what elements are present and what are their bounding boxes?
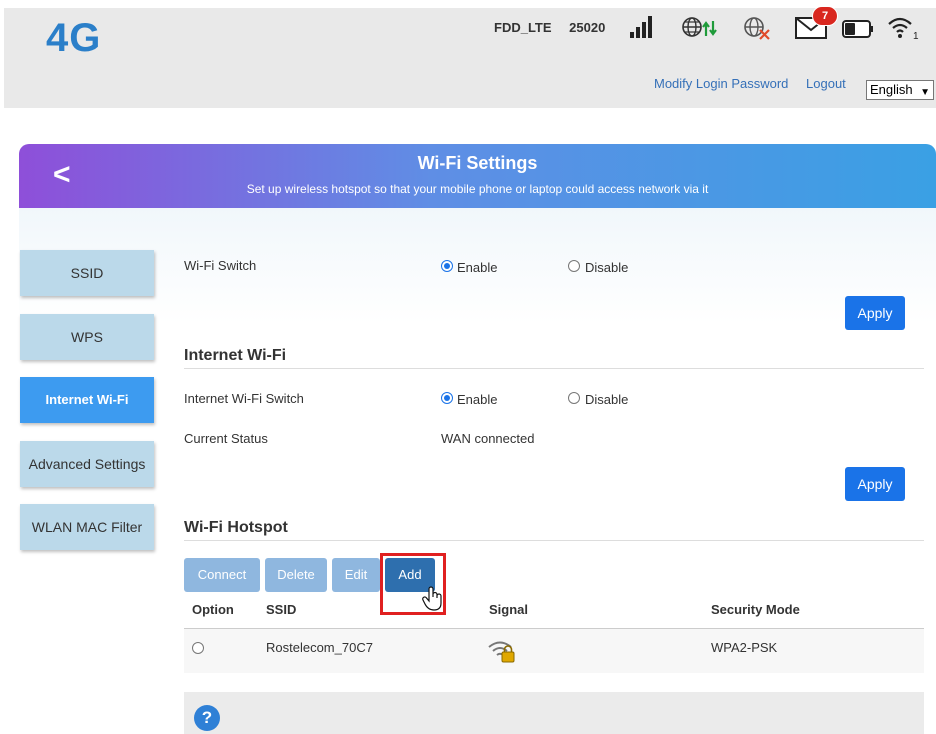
hand-cursor-icon — [422, 586, 444, 615]
wifi-apply-button[interactable]: Apply — [845, 296, 905, 330]
help-bar — [184, 692, 924, 734]
column-header-security-mode: Security Mode — [711, 602, 800, 617]
wifi-client-count: 1 — [913, 31, 919, 42]
wifi-enable-label: Enable — [457, 260, 498, 275]
chevron-down-icon: ▼ — [920, 87, 930, 98]
wifi-enable-radio[interactable] — [441, 260, 453, 272]
current-status-value: WAN connected — [441, 431, 535, 446]
roaming-disabled-icon — [742, 14, 772, 45]
wifi-disable-radio[interactable] — [568, 260, 580, 272]
edit-button[interactable]: Edit — [332, 558, 380, 592]
brand-logo: 4G — [46, 16, 102, 60]
sidebar-item-ssid[interactable]: SSID — [20, 250, 154, 296]
page-subtitle: Set up wireless hotspot so that your mob… — [246, 182, 709, 196]
page-title: Wi-Fi Settings — [417, 153, 538, 173]
logout-link[interactable]: Logout — [806, 76, 846, 91]
network-info: FDD_LTE 25020 — [494, 20, 619, 35]
language-selected-value: English — [870, 82, 913, 97]
internet-wifi-disable-label: Disable — [585, 392, 629, 407]
wifi-status-icon: 1 — [886, 14, 922, 45]
section-divider — [184, 368, 924, 369]
section-divider — [184, 540, 924, 541]
internet-wifi-disable-radio[interactable] — [568, 392, 580, 404]
column-header-signal: Signal — [489, 602, 529, 617]
current-status-label: Current Status — [184, 431, 268, 446]
network-type: FDD_LTE — [494, 20, 552, 35]
wifi-disable-label: Disable — [585, 260, 629, 275]
row-security-mode: WPA2-PSK — [711, 640, 778, 655]
internet-wifi-enable-radio[interactable] — [441, 392, 453, 404]
operator-code: 25020 — [569, 20, 606, 35]
help-icon[interactable]: ? — [194, 705, 220, 731]
wifi-lock-icon — [487, 637, 517, 666]
battery-icon — [842, 20, 874, 38]
internet-wifi-apply-button[interactable]: Apply — [845, 467, 905, 501]
column-header-ssid: SSID — [266, 602, 297, 617]
language-select[interactable]: English ▼ — [866, 80, 934, 100]
signal-strength-icon — [630, 16, 656, 38]
column-header-option: Option — [192, 602, 234, 617]
internet-connected-icon — [680, 14, 720, 45]
modify-password-link[interactable]: Modify Login Password — [654, 76, 788, 91]
page-banner: < Wi-Fi Settings Set up wireless hotspot… — [19, 144, 936, 208]
sidebar-item-wlan-mac-filter[interactable]: WLAN MAC Filter — [20, 504, 154, 550]
internet-wifi-section-title: Internet Wi-Fi — [184, 347, 287, 364]
sidebar-item-internet-wifi[interactable]: Internet Wi-Fi — [20, 377, 154, 423]
account-links: Modify Login Password Logout — [654, 76, 846, 91]
internet-wifi-enable-label: Enable — [457, 392, 498, 407]
hotspot-section-title: Wi-Fi Hotspot — [184, 519, 288, 536]
connect-button[interactable]: Connect — [184, 558, 260, 592]
sidebar-item-wps[interactable]: WPS — [20, 314, 154, 360]
wifi-switch-label: Wi-Fi Switch — [184, 258, 257, 273]
sidebar-item-advanced-settings[interactable]: Advanced Settings — [20, 441, 154, 487]
row-ssid: Rostelecom_70C7 — [266, 640, 373, 655]
row-option-radio[interactable] — [192, 642, 204, 654]
unread-count-badge: 7 — [812, 6, 838, 26]
internet-wifi-switch-label: Internet Wi-Fi Switch — [184, 391, 304, 406]
delete-button[interactable]: Delete — [265, 558, 327, 592]
